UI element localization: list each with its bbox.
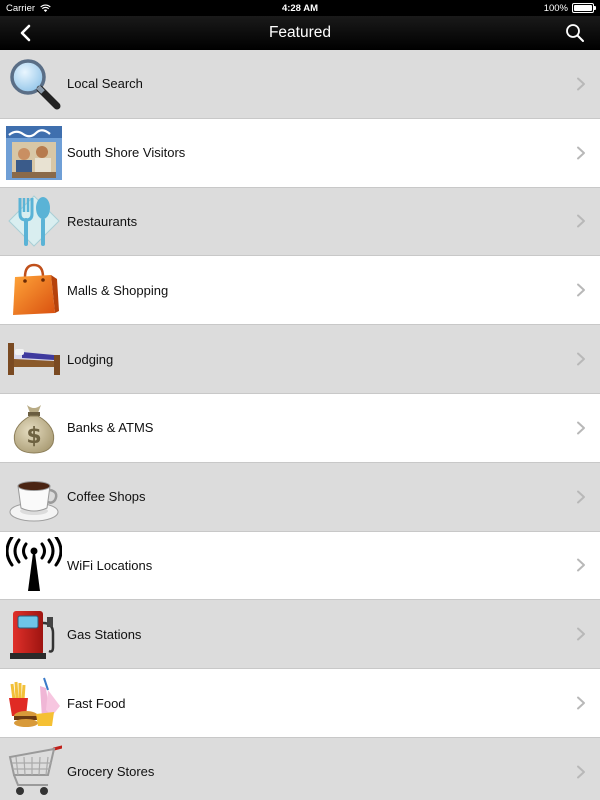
svg-text:$: $ bbox=[26, 424, 41, 449]
list-item-label: Malls & Shopping bbox=[67, 282, 169, 298]
list-item-label: Grocery Stores bbox=[67, 764, 155, 780]
battery-icon bbox=[572, 3, 596, 13]
category-list: Local Search South Shore Visitors Restau… bbox=[0, 50, 600, 800]
carrier-label: Carrier bbox=[6, 2, 36, 14]
shopping-cart-icon bbox=[6, 744, 62, 800]
status-left: Carrier bbox=[6, 3, 51, 14]
list-item-label: Gas Stations bbox=[67, 626, 142, 642]
list-item-restaurants[interactable]: Restaurants bbox=[0, 187, 600, 257]
list-item-fast-food[interactable]: Fast Food bbox=[0, 669, 600, 738]
status-right: 100% bbox=[543, 2, 596, 14]
page-title: Featured bbox=[268, 24, 332, 41]
chevron-right-icon bbox=[577, 696, 585, 710]
chevron-right-icon bbox=[577, 214, 585, 228]
chevron-right-icon bbox=[577, 421, 585, 435]
magnifying-glass-icon bbox=[6, 56, 62, 112]
status-time: 4:28 AM bbox=[281, 2, 319, 14]
list-item-label: Restaurants bbox=[67, 213, 138, 229]
status-bar: Carrier 4:28 AM 100% bbox=[0, 0, 600, 16]
magazine-cover-icon bbox=[6, 125, 62, 181]
chevron-right-icon bbox=[577, 146, 585, 160]
gas-pump-icon bbox=[6, 606, 62, 662]
chevron-right-icon bbox=[577, 490, 585, 504]
list-item-malls-shopping[interactable]: Malls & Shopping bbox=[0, 256, 600, 326]
shopping-bag-icon bbox=[6, 262, 62, 318]
list-item-wifi-locations[interactable]: WiFi Locations bbox=[0, 531, 600, 601]
fast-food-icon bbox=[6, 675, 62, 731]
list-item-banks-atms[interactable]: $ Banks & ATMS bbox=[0, 393, 600, 463]
chevron-right-icon bbox=[577, 765, 585, 779]
list-item-grocery-stores[interactable]: Grocery Stores bbox=[0, 737, 600, 800]
list-item-local-search[interactable]: Local Search bbox=[0, 50, 600, 119]
chevron-right-icon bbox=[577, 283, 585, 297]
chevron-right-icon bbox=[577, 352, 585, 366]
list-item-south-shore-visitors[interactable]: South Shore Visitors bbox=[0, 118, 600, 188]
list-item-lodging[interactable]: Lodging bbox=[0, 325, 600, 394]
chevron-right-icon bbox=[577, 77, 585, 91]
list-item-label: Lodging bbox=[67, 351, 114, 367]
bed-icon bbox=[6, 331, 62, 387]
battery-percent: 100% bbox=[543, 2, 568, 14]
search-icon bbox=[566, 24, 584, 42]
list-item-label: Coffee Shops bbox=[67, 489, 146, 505]
back-button[interactable] bbox=[12, 21, 38, 45]
chevron-right-icon bbox=[577, 627, 585, 641]
navigation-bar: Featured bbox=[0, 16, 600, 50]
chevron-left-icon bbox=[20, 24, 31, 42]
search-button[interactable] bbox=[562, 20, 588, 46]
list-item-label: Fast Food bbox=[67, 695, 126, 711]
list-item-label: Local Search bbox=[67, 76, 143, 92]
wifi-tower-icon bbox=[6, 537, 62, 593]
list-item-label: WiFi Locations bbox=[67, 557, 153, 573]
money-bag-icon: $ bbox=[6, 400, 62, 456]
chevron-right-icon bbox=[577, 558, 585, 572]
fork-spoon-icon bbox=[6, 193, 62, 249]
list-item-label: Banks & ATMS bbox=[67, 420, 154, 436]
list-item-coffee-shops[interactable]: Coffee Shops bbox=[0, 462, 600, 532]
list-item-label: South Shore Visitors bbox=[67, 145, 186, 161]
wifi-signal-icon bbox=[40, 4, 51, 12]
coffee-cup-icon bbox=[6, 469, 62, 525]
list-item-gas-stations[interactable]: Gas Stations bbox=[0, 600, 600, 670]
